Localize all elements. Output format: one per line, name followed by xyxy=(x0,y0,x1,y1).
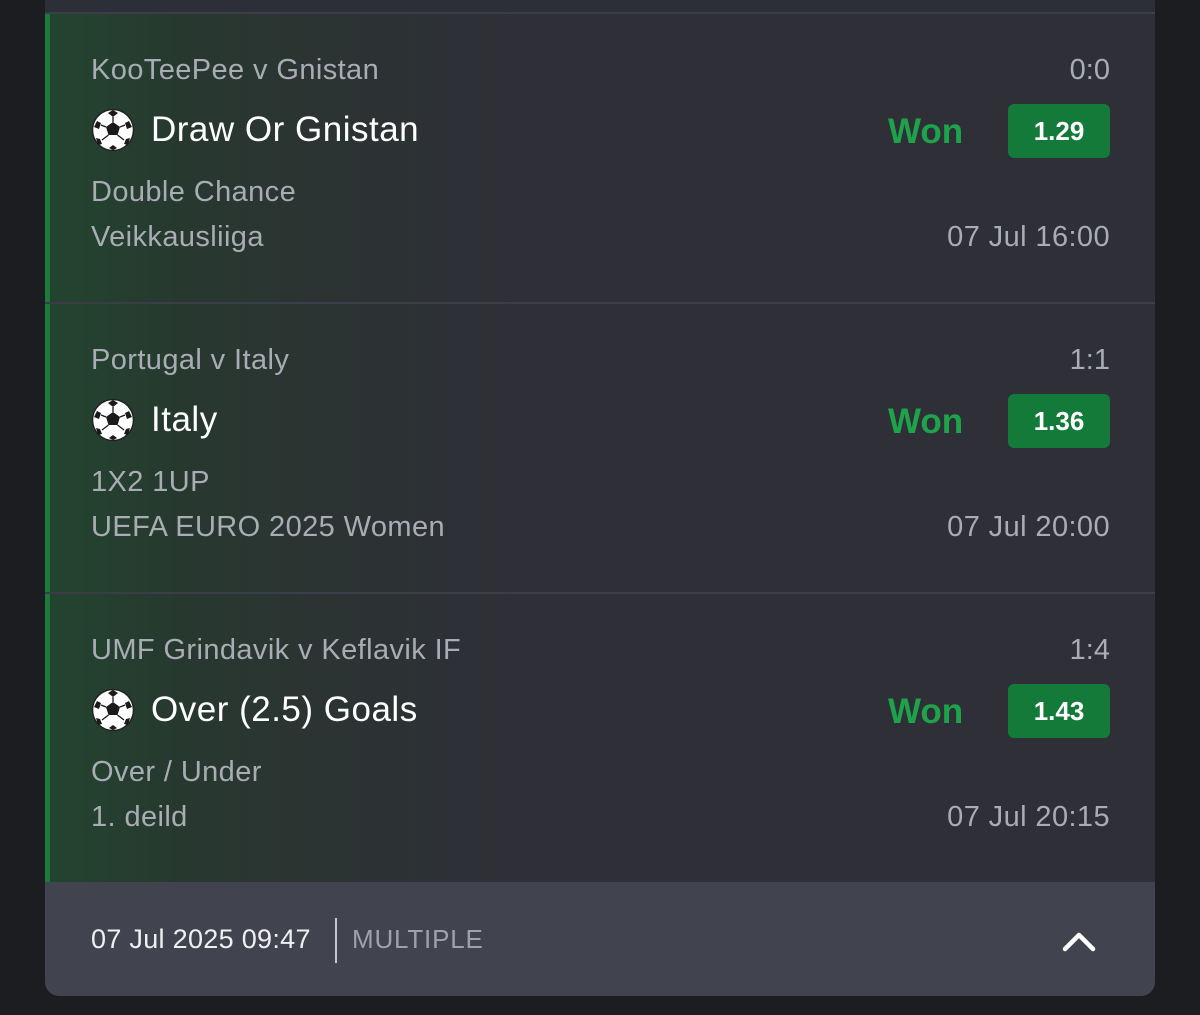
selection-row: Italy xyxy=(91,398,218,442)
event-score: 1:1 xyxy=(1069,344,1110,376)
placed-datetime: 07 Jul 2025 09:47 xyxy=(91,924,311,954)
soccer-ball-icon xyxy=(91,108,135,152)
event-score: 0:0 xyxy=(1069,54,1110,86)
event-datetime: 07 Jul 20:00 xyxy=(947,511,1110,543)
selection-name: Over (2.5) Goals xyxy=(151,690,418,729)
event-name: Portugal v Italy xyxy=(91,344,290,376)
league-name: UEFA EURO 2025 Women xyxy=(91,511,446,543)
bet-leg[interactable]: KooTeePee v Gnistan 0:0 Draw Or Gnistan … xyxy=(45,14,1155,302)
league-name: 1. deild xyxy=(91,801,188,833)
selection-name: Italy xyxy=(151,400,218,439)
selection-row: Over (2.5) Goals xyxy=(91,688,418,732)
event-name: KooTeePee v Gnistan xyxy=(91,54,380,86)
market-name: Over / Under xyxy=(91,756,262,788)
bet-slip-card: KooTeePee v Gnistan 0:0 Draw Or Gnistan … xyxy=(45,0,1155,996)
event-score: 1:4 xyxy=(1069,634,1110,666)
bet-type-label: MULTIPLE xyxy=(352,924,484,954)
selection-name: Draw Or Gnistan xyxy=(151,110,420,149)
event-datetime: 07 Jul 16:00 xyxy=(947,221,1110,253)
market-name: Double Chance xyxy=(91,176,297,208)
soccer-ball-icon xyxy=(91,398,135,442)
bet-leg[interactable]: UMF Grindavik v Keflavik IF 1:4 Over (2.… xyxy=(45,594,1155,882)
status-badge: Won xyxy=(888,402,964,441)
selection-row: Draw Or Gnistan xyxy=(91,108,419,152)
odds-badge: 1.36 xyxy=(1008,394,1110,448)
chevron-up-icon[interactable] xyxy=(1059,922,1099,962)
league-name: Veikkausliiga xyxy=(91,221,264,253)
odds-badge: 1.29 xyxy=(1008,104,1110,158)
status-badge: Won xyxy=(888,692,964,731)
soccer-ball-icon xyxy=(91,688,135,732)
event-name: UMF Grindavik v Keflavik IF xyxy=(91,634,462,666)
bet-leg[interactable]: Portugal v Italy 1:1 Italy Won 1.36 1X2 … xyxy=(45,304,1155,592)
market-name: 1X2 1UP xyxy=(91,466,210,498)
event-datetime: 07 Jul 20:15 xyxy=(947,801,1110,833)
status-badge: Won xyxy=(888,112,964,151)
footer-separator xyxy=(335,918,337,963)
odds-badge: 1.43 xyxy=(1008,684,1110,738)
bet-slip-footer: 07 Jul 2025 09:47 MULTIPLE xyxy=(45,882,1155,996)
